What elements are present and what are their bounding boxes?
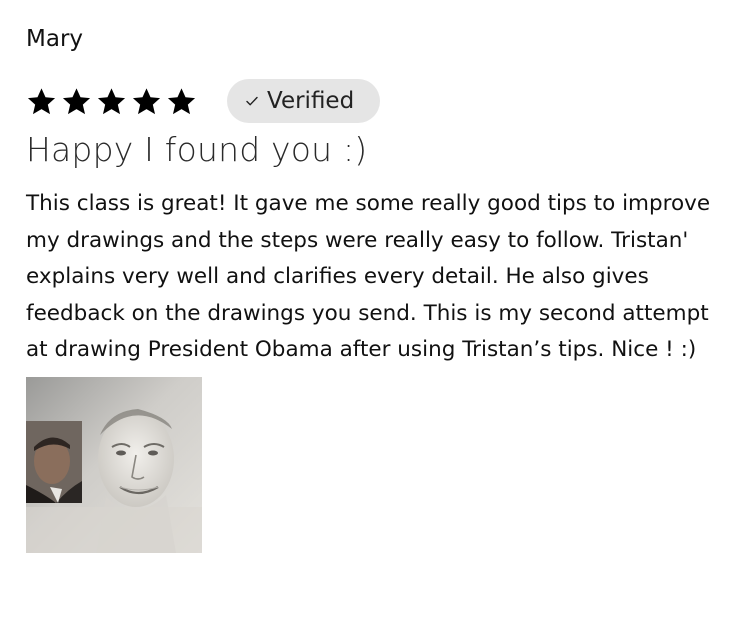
star-icon [131,86,162,117]
review-author: Mary [26,26,84,52]
verified-badge-label: Verified [267,88,355,114]
verified-badge: Verified [227,79,381,123]
checkmark-icon [245,94,259,108]
review-body: This class is great! It gave me some rea… [26,191,711,362]
review-card: Mary Verified Happy I found you:) This … [26,22,716,553]
star-icon [166,86,197,117]
rating-row: Verified [26,78,716,124]
star-icon [96,86,127,117]
review-title: Happy I found you :) [26,130,368,169]
star-icon [26,86,57,117]
star-rating [26,86,197,117]
review-photo-thumbnail[interactable] [26,376,202,553]
star-icon [61,86,92,117]
